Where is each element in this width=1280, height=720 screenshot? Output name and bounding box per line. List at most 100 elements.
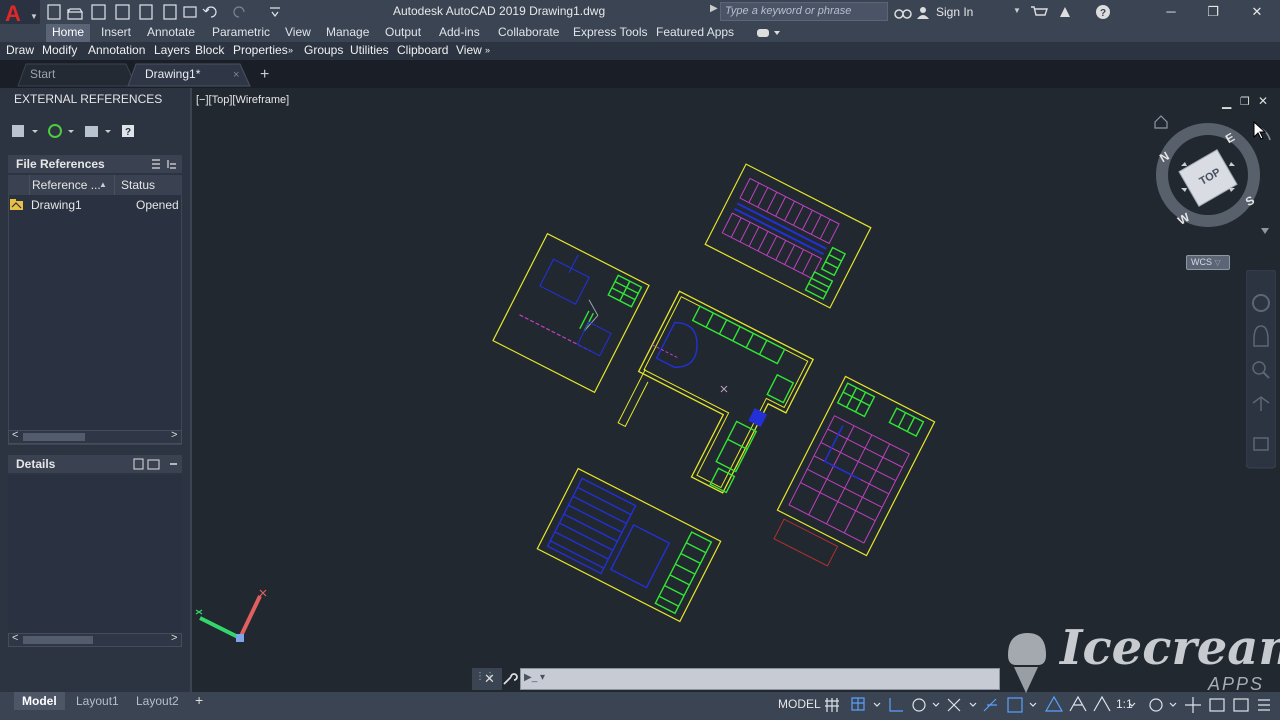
- command-input[interactable]: [520, 668, 1000, 690]
- expand-icon[interactable]: »: [288, 42, 293, 60]
- list-view-icon[interactable]: [152, 159, 160, 169]
- redo-icon[interactable]: [233, 6, 245, 18]
- tab-start[interactable]: Start: [30, 67, 55, 81]
- chevron-down-icon[interactable]: [932, 702, 940, 707]
- ortho-icon[interactable]: [889, 698, 903, 712]
- preview-icon[interactable]: [147, 459, 160, 470]
- new-icon[interactable]: [47, 4, 61, 20]
- change-path-icon[interactable]: [85, 126, 98, 137]
- details-pane: [8, 475, 182, 635]
- undo-icon[interactable]: [202, 6, 217, 18]
- add-layout-icon[interactable]: +: [195, 692, 203, 708]
- minimize-button[interactable]: ─: [1156, 2, 1186, 22]
- isodraft-icon[interactable]: [947, 698, 961, 712]
- tab-insert[interactable]: Insert: [95, 24, 137, 42]
- attach-dwg-icon[interactable]: [12, 125, 24, 137]
- wcs-menu[interactable]: WCS ▽: [1186, 255, 1230, 270]
- customize-icon[interactable]: [502, 672, 518, 686]
- fullscreen-icon[interactable]: [1233, 698, 1249, 712]
- details-scrollbar[interactable]: < >: [8, 632, 182, 647]
- polar-icon[interactable]: [912, 698, 926, 712]
- tab-view[interactable]: View: [279, 24, 317, 42]
- tab-add-ins[interactable]: Add-ins: [433, 24, 486, 42]
- tree-view-icon[interactable]: [167, 160, 176, 169]
- expand-icon[interactable]: »: [485, 42, 490, 60]
- tab-parametric[interactable]: Parametric: [206, 24, 276, 42]
- ribbon-toggle-icon[interactable]: [756, 27, 782, 39]
- tab-home[interactable]: Home: [46, 24, 91, 42]
- drawing-canvas: [195, 163, 936, 642]
- panel-clipboard[interactable]: Clipboard: [397, 42, 448, 60]
- tab-model[interactable]: Model: [14, 692, 65, 710]
- file-list-scrollbar[interactable]: < >: [8, 429, 182, 444]
- panel-draw[interactable]: Draw: [6, 42, 34, 60]
- panel-groups[interactable]: Groups: [304, 42, 343, 60]
- panel-utilities[interactable]: Utilities: [350, 42, 389, 60]
- floor-plan-bottom: [536, 467, 722, 623]
- plot-icon[interactable]: [183, 6, 197, 18]
- details-icon[interactable]: [133, 458, 144, 470]
- scroll-right-icon[interactable]: >: [171, 429, 177, 441]
- tab-manage[interactable]: Manage: [320, 24, 375, 42]
- panel-modify[interactable]: Modify: [42, 42, 77, 60]
- chevron-down-icon[interactable]: [1261, 228, 1269, 234]
- search-input[interactable]: Type a keyword or phrase: [720, 2, 888, 21]
- refresh-icon[interactable]: [48, 124, 62, 138]
- command-prompt-icon[interactable]: ▶_ ▾: [524, 672, 545, 683]
- column-reference-name[interactable]: Reference ...: [32, 178, 101, 192]
- chevron-down-icon[interactable]: ▼: [1013, 6, 1021, 15]
- home-icon[interactable]: [1154, 115, 1168, 129]
- save-icon[interactable]: [91, 4, 106, 20]
- scroll-left-icon[interactable]: <: [12, 429, 18, 441]
- tab-output[interactable]: Output: [379, 24, 427, 42]
- panel-view[interactable]: View: [456, 42, 482, 60]
- tab-express-tools[interactable]: Express Tools: [567, 24, 653, 42]
- object-snap-tracking-icon[interactable]: [983, 698, 997, 712]
- scroll-left-icon[interactable]: <: [12, 632, 18, 644]
- open-web-icon[interactable]: [139, 4, 153, 20]
- grid-icon[interactable]: [825, 698, 839, 712]
- column-type[interactable]: [8, 175, 30, 195]
- close-tab-icon[interactable]: ×: [233, 69, 239, 81]
- chevron-down-icon[interactable]: [969, 702, 977, 707]
- binoculars-icon[interactable]: [893, 4, 933, 20]
- open-icon[interactable]: [66, 8, 84, 20]
- column-status[interactable]: Status: [121, 178, 155, 192]
- chevron-down-icon[interactable]: [873, 702, 881, 707]
- isolate-icon[interactable]: [1209, 698, 1225, 712]
- scroll-right-icon[interactable]: >: [171, 632, 177, 644]
- workspace-gear-icon[interactable]: [1149, 698, 1163, 712]
- scrollbar-thumb[interactable]: [23, 636, 93, 644]
- reference-row[interactable]: Drawing1 Opened: [8, 197, 182, 215]
- panel-properties[interactable]: Properties: [233, 42, 288, 60]
- tab-annotate[interactable]: Annotate: [141, 24, 201, 42]
- panel-annotation[interactable]: Annotation: [88, 42, 145, 60]
- cart-icon[interactable]: [1031, 6, 1048, 16]
- snap-icon[interactable]: [851, 697, 865, 711]
- tab-collaborate[interactable]: Collaborate: [492, 24, 565, 42]
- palette-title: EXTERNAL REFERENCES: [14, 92, 163, 106]
- a360-icon[interactable]: [1060, 7, 1070, 17]
- tab-layout2[interactable]: Layout2: [128, 692, 187, 710]
- search-arrow-icon[interactable]: ▶: [710, 3, 720, 21]
- tab-featured-apps[interactable]: Featured Apps: [650, 24, 740, 42]
- close-button[interactable]: ✕: [1242, 2, 1272, 22]
- save-web-icon[interactable]: [163, 4, 177, 20]
- save-as-icon[interactable]: [115, 4, 130, 20]
- panel-block[interactable]: Block: [195, 42, 224, 60]
- maximize-button[interactable]: ❐: [1198, 2, 1228, 22]
- sign-in-link[interactable]: Sign In: [936, 5, 973, 19]
- osnap-icon[interactable]: [1007, 697, 1023, 713]
- customize-qat-icon[interactable]: [270, 7, 280, 17]
- chevron-down-icon[interactable]: [1029, 702, 1037, 707]
- panel-layers[interactable]: Layers: [154, 42, 190, 60]
- scrollbar-thumb[interactable]: [23, 433, 85, 441]
- new-tab-icon[interactable]: +: [260, 66, 269, 83]
- close-command-line-icon[interactable]: ✕: [484, 671, 495, 687]
- chevron-down-icon[interactable]: [1169, 702, 1177, 707]
- file-reference-list[interactable]: [8, 175, 182, 445]
- model-space-button[interactable]: MODEL: [778, 697, 821, 711]
- tab-layout1[interactable]: Layout1: [68, 692, 127, 710]
- customization-icon[interactable]: [1258, 699, 1270, 711]
- tab-drawing1[interactable]: Drawing1*: [145, 67, 200, 81]
